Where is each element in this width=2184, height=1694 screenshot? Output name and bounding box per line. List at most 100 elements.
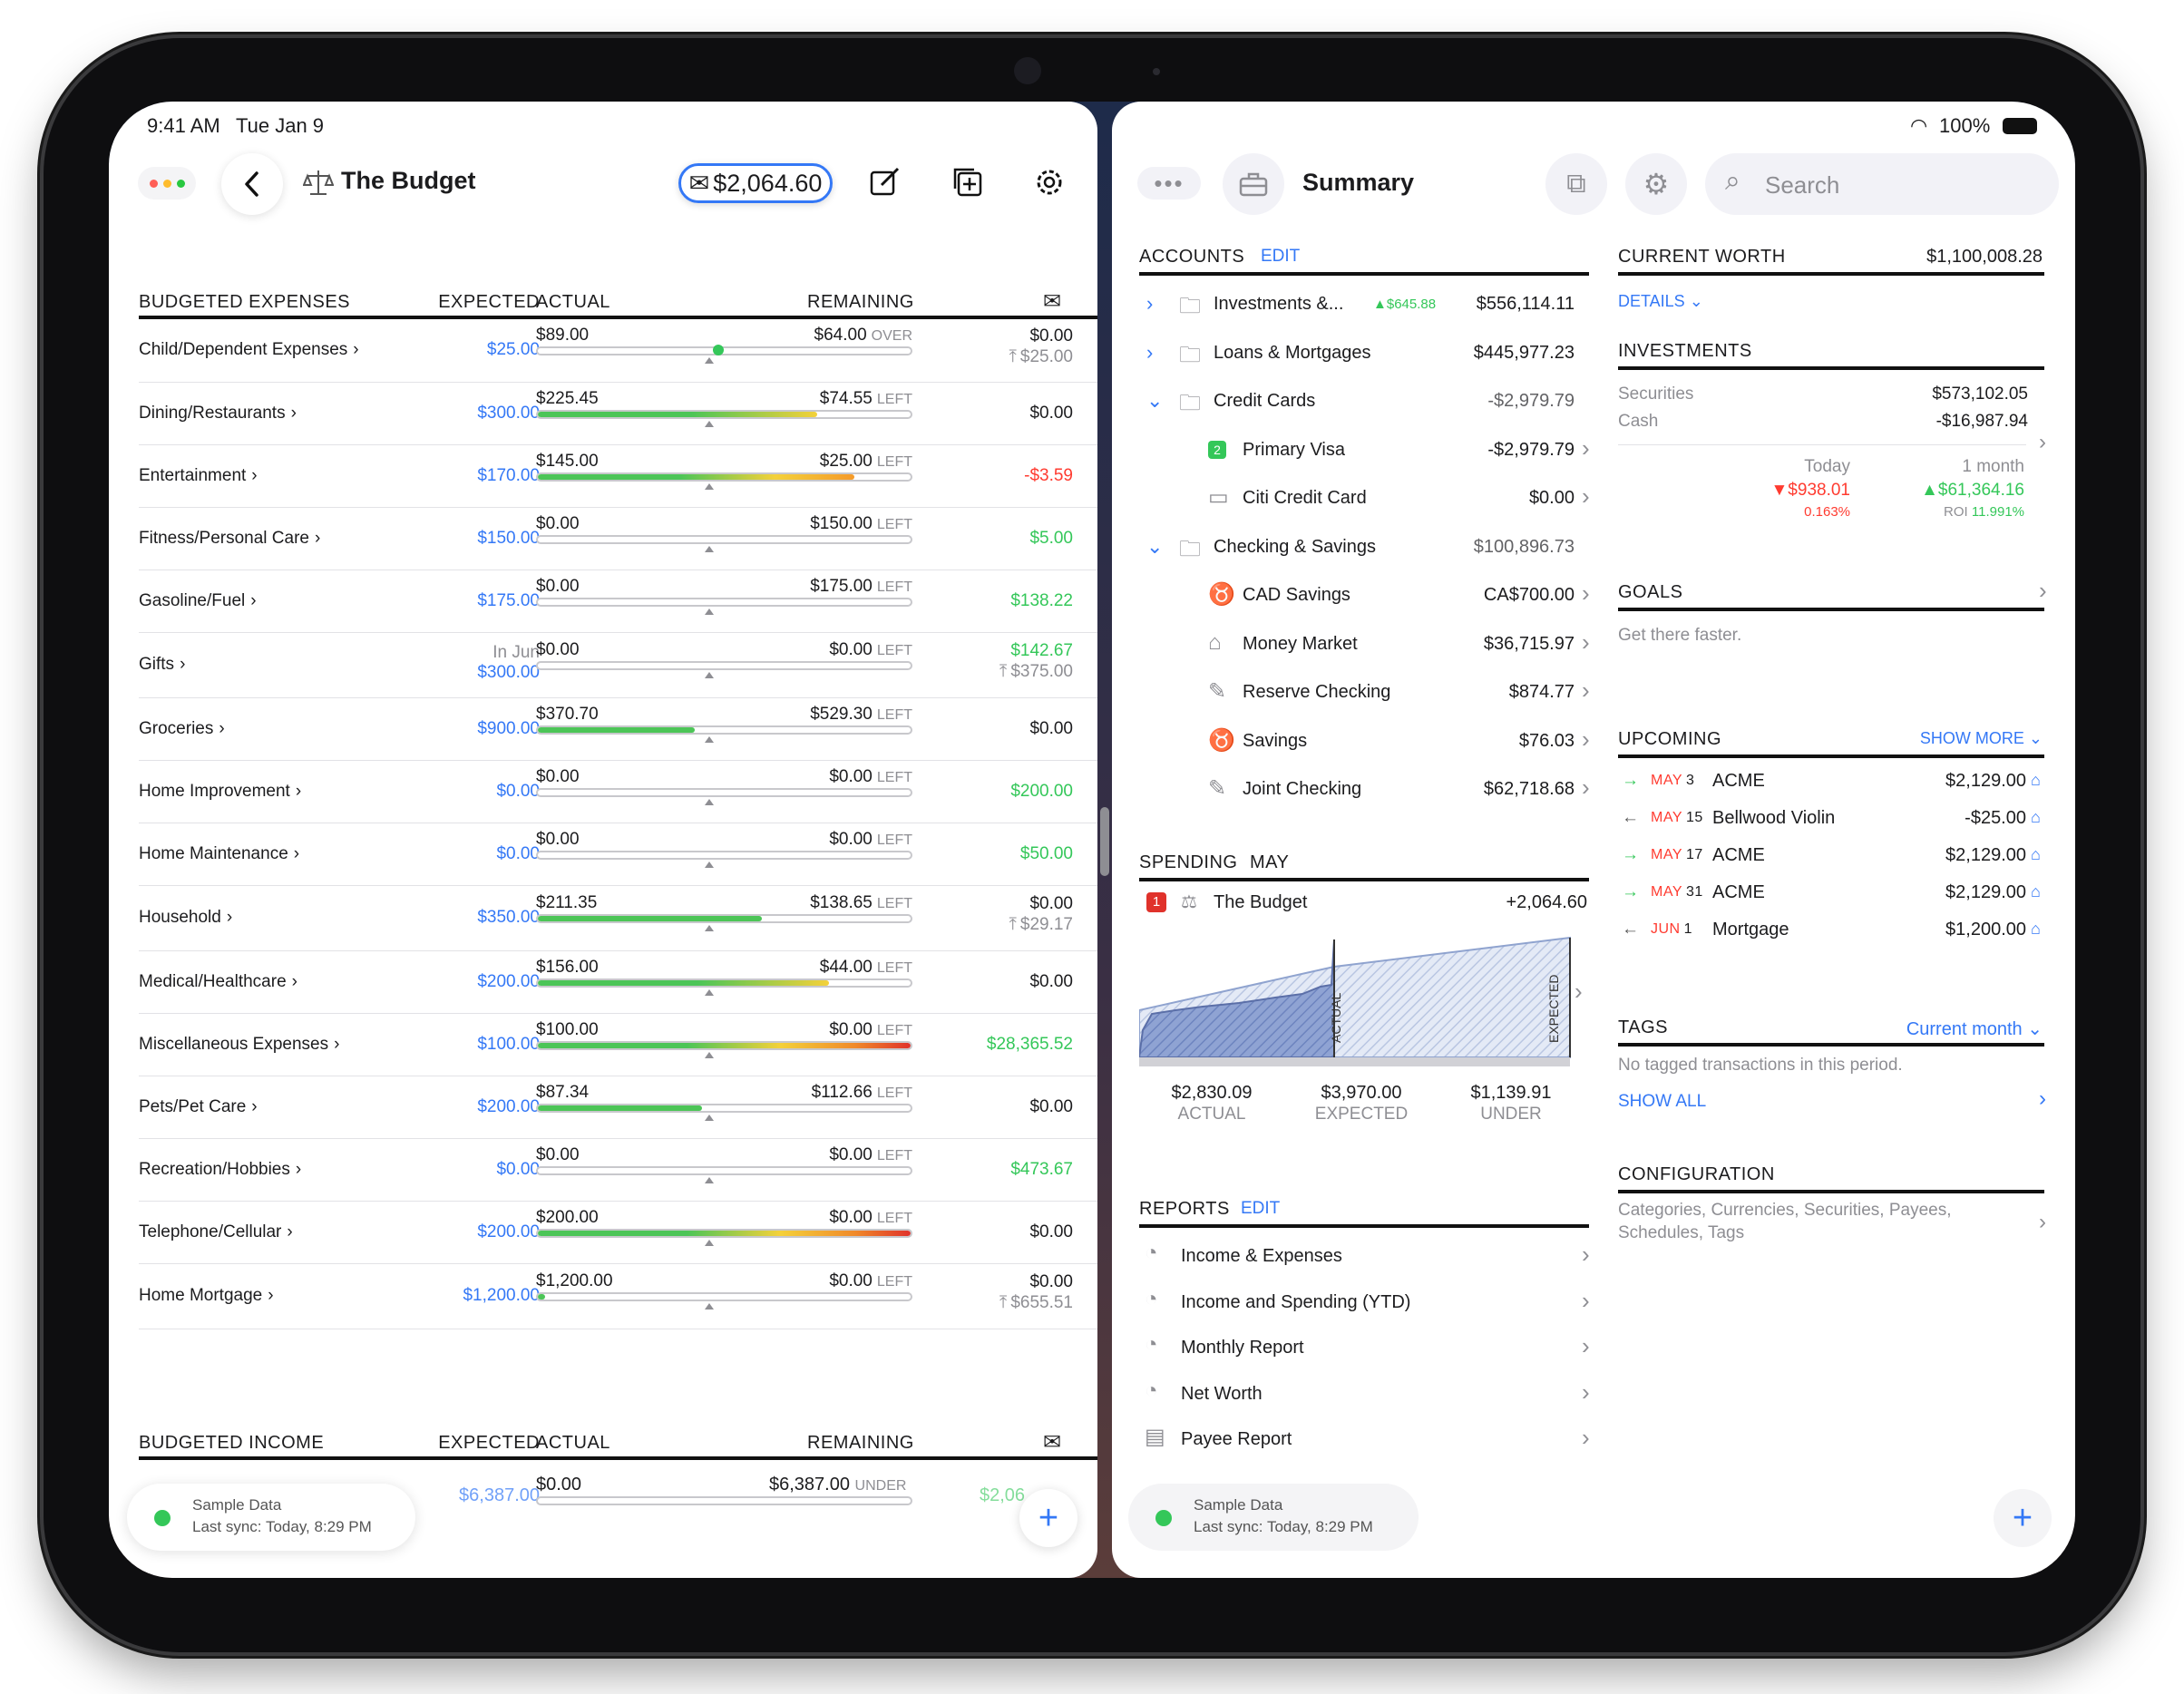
expected-amount[interactable]: $175.00 bbox=[411, 591, 540, 611]
category-name[interactable]: Groceries › bbox=[139, 719, 225, 739]
remaining-amount[interactable]: $28,365.52 bbox=[937, 1035, 1073, 1055]
upcoming-row[interactable]: → MAY 31 ACME $2,129.00 ⌂ bbox=[1618, 875, 2044, 911]
account-row[interactable]: › 🗀 Investments &... ▲$645.88 $556,114.11 bbox=[1139, 283, 1593, 328]
duplicate-icon[interactable] bbox=[951, 165, 985, 200]
expense-row[interactable]: Dining/Restaurants › $300.00 $225.45 $74.55 L… bbox=[139, 382, 1097, 444]
spending-budget[interactable]: The Budget bbox=[1214, 892, 1307, 913]
report-row[interactable]: ◔ Net Worth › bbox=[1139, 1373, 1593, 1415]
category-name[interactable]: Telephone/Cellular › bbox=[139, 1222, 293, 1242]
envelope-balance-button[interactable]: ✉ $2,064.60 bbox=[678, 163, 833, 203]
category-name[interactable]: Gifts › bbox=[139, 655, 185, 675]
duplicate-button[interactable]: ⧉ bbox=[1545, 153, 1607, 215]
report-row[interactable]: ▤ Payee Report › bbox=[1139, 1418, 1593, 1460]
account-row[interactable]: ⌄ 🗀 Checking & Savings $100,896.73 bbox=[1139, 526, 1593, 571]
expense-row[interactable]: Medical/Healthcare › $200.00 $156.00 $44.00 L… bbox=[139, 950, 1097, 1013]
accounts-edit-button[interactable]: EDIT bbox=[1261, 247, 1300, 267]
chevron-right-icon[interactable]: › bbox=[1575, 978, 1583, 1006]
settings-button[interactable]: ⚙ bbox=[1625, 153, 1687, 215]
category-name[interactable]: Home Maintenance › bbox=[139, 844, 299, 864]
category-name[interactable]: Miscellaneous Expenses › bbox=[139, 1035, 339, 1055]
category-name[interactable]: Dining/Restaurants › bbox=[139, 404, 297, 424]
window-menu-button[interactable] bbox=[138, 167, 196, 200]
category-name[interactable]: Gasoline/Fuel › bbox=[139, 591, 257, 611]
expected-amount[interactable]: $0.00 bbox=[411, 844, 540, 864]
category-name[interactable]: Fitness/Personal Care › bbox=[139, 529, 320, 549]
chevron-right-icon[interactable]: › bbox=[2039, 1086, 2046, 1112]
chevron-right-icon[interactable]: › bbox=[2039, 1210, 2046, 1235]
expense-row[interactable]: Home Maintenance › $0.00 $0.00 $0.00 LEFT $50.… bbox=[139, 823, 1097, 885]
envelope-icon[interactable]: ✉ bbox=[1043, 1429, 1061, 1455]
category-name[interactable]: Recreation/Hobbies › bbox=[139, 1160, 301, 1180]
remaining-amount[interactable]: $0.00 bbox=[937, 1222, 1073, 1242]
compose-icon[interactable] bbox=[869, 165, 903, 200]
remaining-amount[interactable]: $0.00 bbox=[937, 326, 1073, 346]
report-row[interactable]: ◔ Income and Spending (YTD) › bbox=[1139, 1281, 1593, 1323]
remaining-amount[interactable]: $0.00 bbox=[937, 972, 1073, 992]
expense-row[interactable]: Gasoline/Fuel › $175.00 $0.00 $175.00 LEFT $13… bbox=[139, 570, 1097, 632]
expected-amount[interactable]: $150.00 bbox=[411, 529, 540, 549]
remaining-amount[interactable]: $0.00 bbox=[937, 404, 1073, 424]
expense-row[interactable]: Home Improvement › $0.00 $0.00 $0.00 LEFT $200… bbox=[139, 760, 1097, 823]
category-name[interactable]: Pets/Pet Care › bbox=[139, 1097, 258, 1117]
disclosure-icon[interactable]: › bbox=[1146, 292, 1153, 316]
disclosure-icon[interactable]: › bbox=[1146, 341, 1153, 365]
category-name[interactable]: Home Improvement › bbox=[139, 782, 301, 802]
category-name[interactable]: Medical/Healthcare › bbox=[139, 972, 297, 992]
expense-row[interactable]: Pets/Pet Care › $200.00 $87.34 $112.66 LEFT $0… bbox=[139, 1076, 1097, 1138]
remaining-amount[interactable]: $0.00 bbox=[937, 1272, 1073, 1292]
category-name[interactable]: Entertainment › bbox=[139, 466, 258, 486]
expense-row[interactable]: Miscellaneous Expenses › $100.00 $100.00 $0.… bbox=[139, 1013, 1097, 1076]
remaining-amount[interactable]: $0.00 bbox=[937, 1097, 1073, 1117]
expected-amount[interactable]: $25.00 bbox=[411, 340, 540, 360]
reports-edit-button[interactable]: EDIT bbox=[1241, 1199, 1280, 1219]
expense-row[interactable]: Child/Dependent Expenses › $25.00 $89.00 $64… bbox=[139, 317, 1097, 382]
accounts-button[interactable] bbox=[1223, 153, 1284, 215]
expense-row[interactable]: Groceries › $900.00 $370.70 $529.30 LEFT $0.00 bbox=[139, 697, 1097, 760]
show-more-button[interactable]: SHOW MORE ⌄ bbox=[1856, 729, 2043, 748]
expense-row[interactable]: Fitness/Personal Care › $150.00 $0.00 $150.0… bbox=[139, 507, 1097, 570]
expense-row[interactable]: Household › $350.00 $211.35 $138.65 LEFT $0.00… bbox=[139, 885, 1097, 950]
upcoming-row[interactable]: → MAY 3 ACME $2,129.00 ⌂ bbox=[1618, 764, 2044, 800]
category-name[interactable]: Household › bbox=[139, 908, 232, 928]
sync-status[interactable]: Sample Data Last sync: Today, 8:29 PM bbox=[1128, 1484, 1419, 1551]
account-row[interactable]: ✎ Joint Checking $62,718.68 › bbox=[1139, 768, 1593, 813]
chevron-right-icon[interactable]: › bbox=[2039, 577, 2047, 605]
add-button[interactable]: + bbox=[1994, 1489, 2052, 1547]
expected-amount[interactable]: $200.00 bbox=[411, 1097, 540, 1117]
expense-row[interactable]: Gifts › In Jun $300.00 $0.00 $0.00 LEFT $142.67… bbox=[139, 632, 1097, 697]
expected-amount[interactable]: $300.00 bbox=[411, 663, 540, 683]
remaining-amount[interactable]: $200.00 bbox=[937, 782, 1073, 802]
category-name[interactable]: Child/Dependent Expenses › bbox=[139, 340, 359, 360]
category-name[interactable]: Home Mortgage › bbox=[139, 1286, 274, 1306]
account-row[interactable]: ▭ Citi Credit Card $0.00 › bbox=[1139, 477, 1593, 522]
back-button[interactable] bbox=[221, 153, 283, 215]
expected-amount[interactable]: $200.00 bbox=[411, 1222, 540, 1242]
tags-period-select[interactable]: Current month ⌄ bbox=[1838, 1017, 2043, 1040]
chevron-right-icon[interactable]: › bbox=[2039, 430, 2046, 455]
remaining-amount[interactable]: $0.00 bbox=[937, 719, 1073, 739]
disclosure-icon[interactable]: ⌄ bbox=[1146, 535, 1163, 559]
report-row[interactable]: ◔ Monthly Report › bbox=[1139, 1327, 1593, 1368]
upcoming-row[interactable]: ← JUN 1 Mortgage $1,200.00 ⌂ bbox=[1618, 912, 2044, 949]
expected-amount[interactable]: $900.00 bbox=[411, 719, 540, 739]
account-row[interactable]: ♉ Savings $76.03 › bbox=[1139, 720, 1593, 765]
upcoming-row[interactable]: → MAY 17 ACME $2,129.00 ⌂ bbox=[1618, 838, 2044, 874]
remaining-amount[interactable]: $142.67 bbox=[937, 641, 1073, 661]
expected-amount[interactable]: $0.00 bbox=[411, 1160, 540, 1180]
account-row[interactable]: › 🗀 Loans & Mortgages $445,977.23 bbox=[1139, 332, 1593, 377]
disclosure-icon[interactable]: ⌄ bbox=[1146, 389, 1163, 413]
more-button[interactable]: ••• bbox=[1137, 167, 1201, 200]
split-view-handle[interactable] bbox=[1100, 807, 1109, 876]
account-row[interactable]: 2 Primary Visa -$2,979.79 › bbox=[1139, 429, 1593, 474]
add-button[interactable]: + bbox=[1019, 1489, 1077, 1547]
account-row[interactable]: ♉ CAD Savings CA$700.00 › bbox=[1139, 574, 1593, 619]
remaining-amount[interactable]: $50.00 bbox=[937, 844, 1073, 864]
report-row[interactable]: ◔ Income & Expenses › bbox=[1139, 1235, 1593, 1277]
remaining-amount[interactable]: $0.00 bbox=[937, 894, 1073, 914]
account-row[interactable]: ⌂ Money Market $36,715.97 › bbox=[1139, 623, 1593, 668]
worth-details-button[interactable]: DETAILS ⌄ bbox=[1618, 292, 1703, 311]
expected-amount[interactable]: $170.00 bbox=[411, 466, 540, 486]
expected-amount[interactable]: $350.00 bbox=[411, 908, 540, 928]
config-sub[interactable]: Categories, Currencies, Securities, Paye… bbox=[1618, 1199, 2008, 1244]
expected-amount[interactable]: $0.00 bbox=[411, 782, 540, 802]
